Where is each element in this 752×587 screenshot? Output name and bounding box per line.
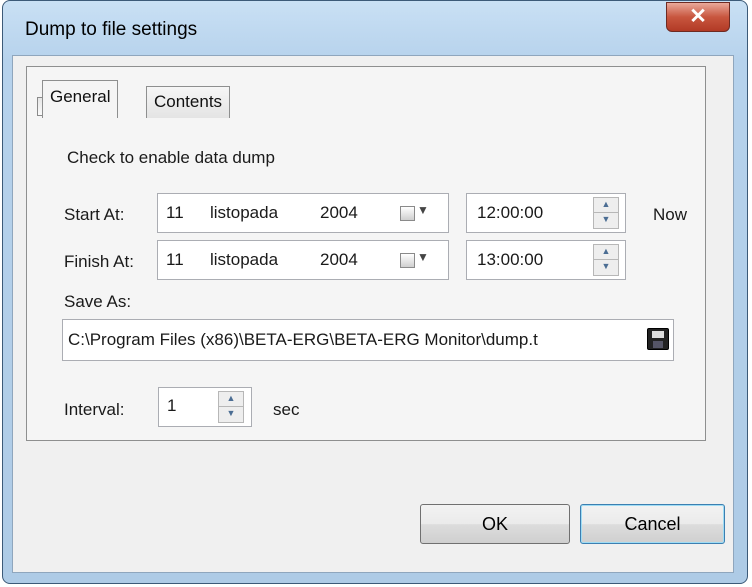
interval-label: Interval: <box>64 400 125 419</box>
start-month[interactable]: listopada <box>210 203 278 223</box>
spin-down-icon[interactable]: ▼ <box>594 260 618 275</box>
finish-time-value[interactable]: 13:00:00 <box>477 250 543 270</box>
save-path-value[interactable]: C:\Program Files (x86)\BETA-ERG\BETA-ERG… <box>68 330 538 350</box>
start-day[interactable]: 11 <box>166 203 184 223</box>
interval-unit: sec <box>273 400 300 419</box>
window-title: Dump to file settings <box>25 19 198 40</box>
start-year[interactable]: 2004 <box>320 203 358 223</box>
start-time-value[interactable]: 12:00:00 <box>477 203 543 223</box>
finish-year[interactable]: 2004 <box>320 250 358 270</box>
interval-value[interactable]: 1 <box>167 396 176 416</box>
close-icon: ✕ <box>689 5 707 28</box>
spin-up-icon[interactable]: ▲ <box>594 198 618 213</box>
finish-day[interactable]: 11 <box>166 250 184 270</box>
now-button[interactable]: Now <box>653 205 687 225</box>
finish-date-picker[interactable]: 11 listopada 2004 ▼ <box>157 240 449 280</box>
spin-down-icon[interactable]: ▼ <box>594 213 618 228</box>
save-as-label: Save As: <box>64 292 132 311</box>
start-time-spinner[interactable]: ▲ ▼ <box>593 197 619 229</box>
cancel-button[interactable]: Cancel <box>580 504 725 544</box>
close-button[interactable]: ✕ <box>666 2 730 32</box>
start-date-picker[interactable]: 11 listopada 2004 ▼ <box>157 193 449 233</box>
spin-up-icon[interactable]: ▲ <box>594 245 618 260</box>
finish-at-label: Finish At: <box>64 252 134 271</box>
finish-month[interactable]: listopada <box>210 250 278 270</box>
tab-general[interactable]: General <box>42 80 119 118</box>
interval-spinner[interactable]: ▲ ▼ <box>218 391 244 423</box>
enable-dump-label: Check to enable data dump <box>67 148 275 167</box>
start-at-label: Start At: <box>64 205 125 224</box>
floppy-disk-icon[interactable] <box>647 328 669 350</box>
spin-down-icon[interactable]: ▼ <box>219 407 243 422</box>
finish-time-spinner[interactable]: ▲ ▼ <box>593 244 619 276</box>
save-path-field[interactable]: C:\Program Files (x86)\BETA-ERG\BETA-ERG… <box>62 319 674 361</box>
spin-up-icon[interactable]: ▲ <box>219 392 243 407</box>
ok-button[interactable]: OK <box>420 504 570 544</box>
tab-contents[interactable]: Contents <box>146 86 231 118</box>
